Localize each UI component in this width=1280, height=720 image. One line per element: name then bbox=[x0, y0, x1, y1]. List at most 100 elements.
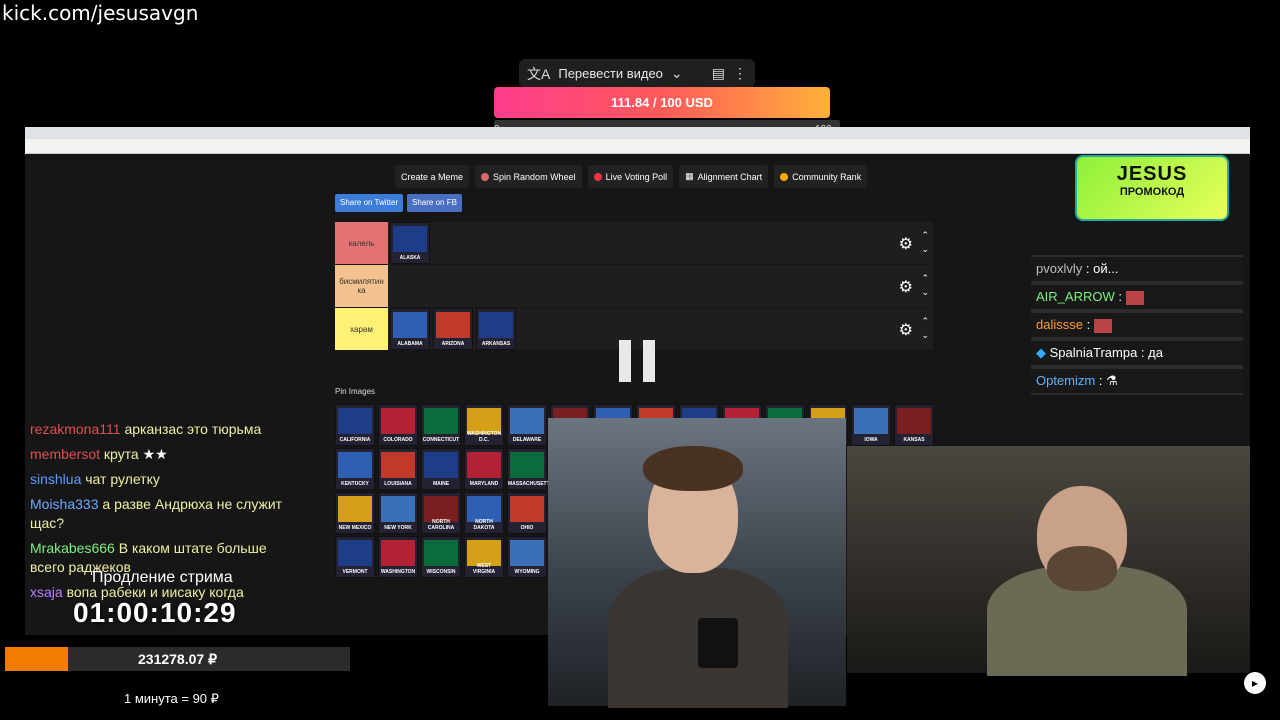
flag-card[interactable]: OHIO bbox=[507, 492, 547, 534]
chat-username: Optemizm bbox=[1036, 373, 1096, 388]
flag-card[interactable]: MAINE bbox=[421, 448, 461, 490]
flag-name: NORTH CAROLINA bbox=[427, 519, 455, 531]
flag-name: MASSACHUSETTS bbox=[508, 481, 554, 487]
spin-wheel-button[interactable]: Spin Random Wheel bbox=[475, 165, 582, 188]
nav-label: Community Rank bbox=[792, 171, 862, 182]
play-overlay-icon[interactable]: ▸ bbox=[1244, 672, 1266, 694]
more-options-icon[interactable]: ⋮ bbox=[733, 65, 747, 82]
tier-label[interactable]: харам bbox=[335, 308, 388, 350]
flag-image bbox=[338, 452, 372, 478]
flag-name: NEW YORK bbox=[384, 525, 412, 531]
emote-icon bbox=[1093, 318, 1112, 333]
flag-image bbox=[479, 312, 513, 338]
flag-name: CONNECTICUT bbox=[422, 437, 460, 443]
share-twitter-button[interactable]: Share on Twitter bbox=[335, 194, 404, 212]
translate-icon: 文A bbox=[527, 65, 551, 82]
flag-card[interactable]: VERMONT bbox=[335, 536, 375, 578]
flag-name: ARKANSAS bbox=[481, 341, 511, 347]
emote-icon bbox=[1125, 290, 1144, 305]
flag-image bbox=[510, 496, 544, 522]
flag-image bbox=[510, 540, 544, 566]
browser-tab-strip[interactable] bbox=[25, 127, 1250, 139]
chat-message: Optemizm : ⚗ bbox=[1031, 369, 1243, 393]
flag-name: MAINE bbox=[432, 481, 450, 487]
flag-name: ALASKA bbox=[399, 255, 421, 261]
flag-card[interactable]: WEST VIRGINIA bbox=[464, 536, 504, 578]
flag-card[interactable]: KANSAS bbox=[894, 404, 934, 446]
gear-icon[interactable]: ⚙ bbox=[899, 234, 913, 254]
flag-name: WASHINGTON D.C. bbox=[466, 431, 502, 443]
promo-badge: JESUS ПРОМОКОД bbox=[1077, 157, 1227, 219]
flag-card[interactable]: COLORADO bbox=[378, 404, 418, 446]
flag-card[interactable]: WASHINGTON bbox=[378, 536, 418, 578]
flag-name: WASHINGTON bbox=[380, 569, 416, 575]
flag-image bbox=[424, 408, 458, 434]
tier-label[interactable]: бисмилятин ка bbox=[335, 265, 388, 307]
flag-name: WEST VIRGINIA bbox=[472, 563, 496, 575]
flag-card[interactable]: NORTH CAROLINA bbox=[421, 492, 461, 534]
chat-username: pvoxlvly bbox=[1036, 261, 1083, 276]
flag-card[interactable]: ALASKA bbox=[390, 222, 430, 264]
money-value: 231278.07 ₽ bbox=[138, 651, 217, 667]
flag-card[interactable]: IOWA bbox=[851, 404, 891, 446]
alignment-chart-button[interactable]: ▦ Alignment Chart bbox=[679, 165, 769, 188]
flag-card[interactable]: WYOMING bbox=[507, 536, 547, 578]
flag-card[interactable]: LOUISIANA bbox=[378, 448, 418, 490]
flag-card[interactable]: DELAWARE bbox=[507, 404, 547, 446]
subtitles-icon[interactable]: ▤ bbox=[712, 65, 725, 82]
community-rank-button[interactable]: Community Rank bbox=[774, 165, 868, 188]
flag-image bbox=[393, 226, 427, 252]
tier-label[interactable]: калель bbox=[335, 222, 388, 264]
money-progress: 231278.07 ₽ bbox=[5, 647, 350, 671]
emote-icon: ★★ bbox=[142, 446, 168, 462]
flag-name: WYOMING bbox=[514, 569, 540, 575]
chat-username: rezakmona111 bbox=[30, 421, 121, 437]
timer-label: Продление стрима bbox=[92, 569, 233, 586]
flag-card[interactable]: NEW MEXICO bbox=[335, 492, 375, 534]
flag-card[interactable]: CALIFORNIA bbox=[335, 404, 375, 446]
translate-video-button[interactable]: 文A Перевести видео ⌄ ▤ ⋮ bbox=[519, 59, 755, 88]
flag-card[interactable]: MARYLAND bbox=[464, 448, 504, 490]
flag-name: LOUISIANA bbox=[384, 481, 412, 487]
flag-name: ALABAMA bbox=[397, 341, 423, 347]
flag-card[interactable]: WISCONSIN bbox=[421, 536, 461, 578]
donation-goal-bar: 111.84 / 100 USD bbox=[494, 87, 830, 118]
browser-address-bar[interactable] bbox=[25, 139, 1250, 154]
rank-icon bbox=[780, 172, 789, 181]
flag-card[interactable]: ARIZONA bbox=[433, 308, 473, 350]
live-poll-button[interactable]: Live Voting Poll bbox=[587, 165, 674, 188]
nav-label: Create a Meme bbox=[401, 171, 464, 182]
flag-card[interactable]: ALABAMA bbox=[390, 308, 430, 350]
chat-text: крута bbox=[103, 446, 139, 462]
flag-image bbox=[510, 408, 544, 434]
flag-card[interactable]: MASSACHUSETTS bbox=[507, 448, 554, 490]
chat-text: да bbox=[1148, 345, 1163, 360]
mug-icon bbox=[698, 618, 738, 668]
flag-card[interactable]: NEW YORK bbox=[378, 492, 418, 534]
flag-image bbox=[338, 408, 372, 434]
chat-message: pvoxlvly : ой... bbox=[1031, 257, 1243, 281]
move-arrows[interactable]: ⌃ ⌄ bbox=[921, 228, 929, 256]
chat-message: dalissse : bbox=[1031, 313, 1243, 337]
chat-message: ◆ SpalniaTrampa : да bbox=[1031, 341, 1243, 365]
chat-text: ой... bbox=[1093, 261, 1119, 276]
chat-message: sinshlua чат рулетку bbox=[30, 470, 290, 489]
move-arrows[interactable]: ⌃ ⌄ bbox=[921, 314, 929, 342]
chat-username: SpalniaTrampa bbox=[1049, 345, 1138, 360]
flag-card[interactable]: ARKANSAS bbox=[476, 308, 516, 350]
chevron-down-icon[interactable]: ⌄ bbox=[671, 65, 683, 82]
create-meme-button[interactable]: Create a Meme bbox=[395, 165, 470, 188]
share-fb-button[interactable]: Share on FB bbox=[407, 194, 462, 212]
gear-icon[interactable]: ⚙ bbox=[899, 320, 913, 340]
move-arrows[interactable]: ⌃ ⌄ bbox=[921, 271, 929, 299]
chat-username: sinshlua bbox=[30, 471, 82, 487]
flag-card[interactable]: KENTUCKY bbox=[335, 448, 375, 490]
flag-card[interactable]: NORTH DAKOTA bbox=[464, 492, 504, 534]
flag-image bbox=[381, 452, 415, 478]
gear-icon[interactable]: ⚙ bbox=[899, 277, 913, 297]
flag-image bbox=[424, 540, 458, 566]
flag-image bbox=[854, 408, 888, 434]
flag-card[interactable]: CONNECTICUT bbox=[421, 404, 461, 446]
pause-icon[interactable] bbox=[619, 340, 655, 382]
flag-card[interactable]: WASHINGTON D.C. bbox=[464, 404, 504, 446]
